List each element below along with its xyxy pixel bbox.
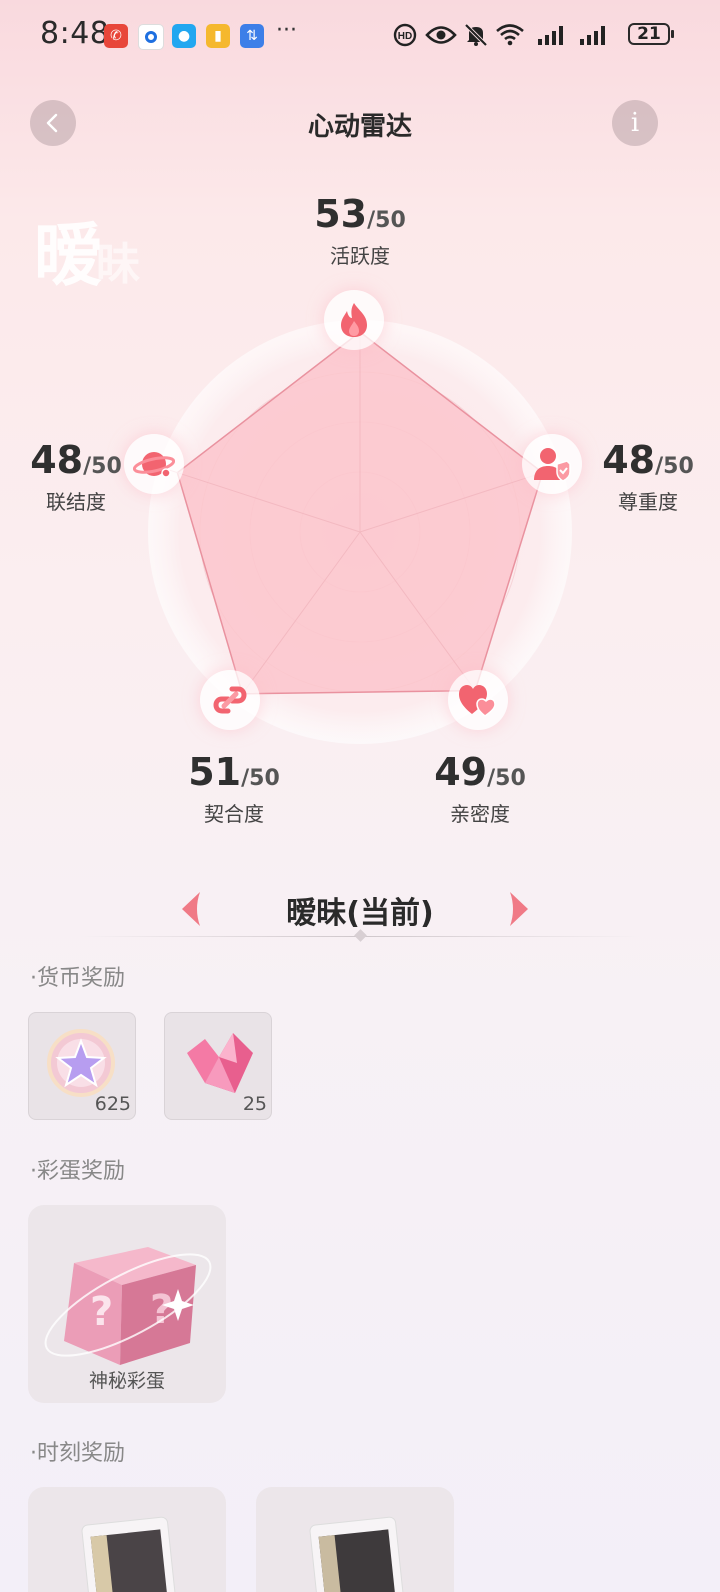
watermark-main: 暧 — [34, 216, 102, 296]
wifi-icon — [494, 20, 526, 50]
score-max: /50 — [487, 766, 526, 791]
signal-icon — [536, 20, 568, 50]
phone-app-icon: ✆ — [104, 24, 128, 48]
score-max: /50 — [83, 454, 122, 479]
easter-egg-label: 神秘彩蛋 — [88, 1370, 165, 1392]
info-button[interactable]: i — [612, 100, 658, 146]
score-value: 48 — [30, 438, 84, 482]
section-title-currency: ·货币奖励 — [30, 966, 125, 991]
info-icon: i — [630, 108, 640, 138]
reward-item[interactable]: 625 — [28, 1012, 136, 1120]
score-max: /50 — [241, 766, 280, 791]
score-label: 联结度 — [46, 490, 106, 514]
score-value: 48 — [602, 438, 656, 482]
score-label: 尊重度 — [618, 490, 678, 514]
moment-card[interactable] — [256, 1487, 454, 1592]
photo-card-icon — [81, 1516, 177, 1592]
chat-app-icon: ● — [172, 24, 196, 48]
transfer-app-icon: ⇅ — [240, 24, 264, 48]
score-label: 亲密度 — [450, 802, 510, 826]
score-activity: 53/50 活跃度 — [280, 192, 440, 269]
svg-text:?: ? — [90, 1289, 113, 1335]
tool-app-icon: ▮ — [206, 24, 230, 48]
easter-egg-card[interactable]: ? ? 神秘彩蛋 — [28, 1205, 226, 1403]
score-connection: 48/50 联结度 — [16, 438, 136, 515]
score-max: /50 — [367, 208, 406, 233]
reward-item[interactable]: 25 — [164, 1012, 272, 1120]
score-value: 51 — [188, 750, 242, 794]
svg-text:HD: HD — [398, 31, 412, 42]
more-notifications-icon: ··· — [276, 18, 297, 43]
status-time: 8:48 — [40, 16, 110, 51]
moment-card[interactable] — [28, 1487, 226, 1592]
status-bar: 8:48 ✆ ● ▮ ⇅ ··· HD 21 — [0, 0, 720, 72]
level-watermark: 暧昧 — [34, 200, 140, 299]
score-value: 53 — [314, 192, 368, 236]
battery-indicator: 21 — [628, 23, 674, 45]
score-intimacy: 49/50 亲密度 — [418, 750, 542, 827]
section-title-moments: ·时刻奖励 — [30, 1441, 125, 1466]
photo-card-icon — [309, 1516, 405, 1592]
browser-app-icon — [138, 24, 164, 50]
next-level-button[interactable] — [508, 890, 532, 932]
reward-count: 625 — [94, 1093, 131, 1115]
arrow-right-icon — [510, 892, 528, 926]
signal-2-icon — [578, 20, 610, 50]
reward-count: 25 — [242, 1093, 267, 1115]
radar-chart — [130, 300, 590, 760]
mystery-cube-icon: ? ? — [44, 1247, 212, 1365]
eye-icon — [424, 20, 458, 50]
mute-bell-icon — [462, 20, 490, 50]
radar-svg — [148, 320, 572, 744]
hd-voice-icon: HD — [392, 20, 418, 50]
user-shield-icon — [522, 434, 582, 494]
score-value: 49 — [434, 750, 488, 794]
section-title-easter-egg: ·彩蛋奖励 — [30, 1159, 125, 1184]
flame-icon — [324, 290, 384, 350]
watermark-sub: 昧 — [96, 239, 140, 290]
score-label: 契合度 — [204, 802, 264, 826]
hearts-icon — [448, 670, 508, 730]
current-level-title: 暧昧(当前) — [286, 896, 434, 931]
score-label: 活跃度 — [330, 244, 390, 268]
score-max: /50 — [655, 454, 694, 479]
link-icon — [200, 670, 260, 730]
score-respect: 48/50 尊重度 — [596, 438, 700, 515]
score-fit: 51/50 契合度 — [172, 750, 296, 827]
